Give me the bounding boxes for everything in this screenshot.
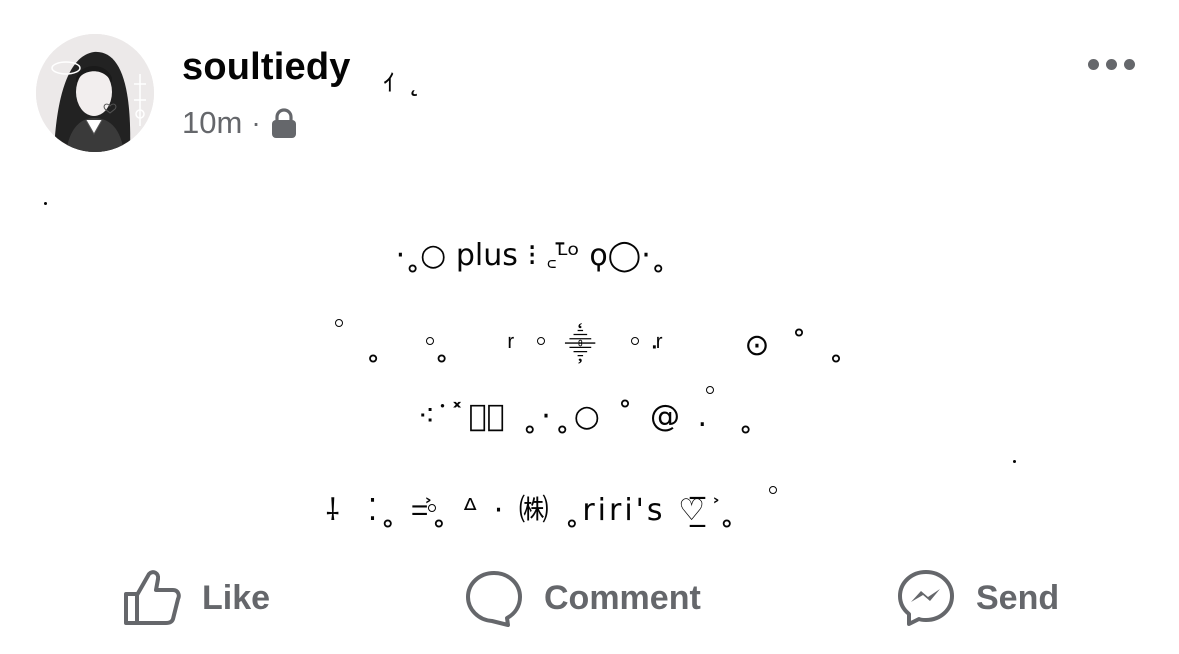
comment-label: Comment — [544, 578, 701, 617]
post-meta: 10m · — [182, 104, 297, 142]
post-body: ·˳○ plus ⁝ ꜀ᴸ̄ᵒ ϙ◯·˳ ˳ ˳ ͬ ⸎ ·ͬ ⊙˚˳ ⁖ᣟ˟ガ… — [0, 180, 1179, 528]
meta-separator: · — [251, 107, 261, 138]
post-line-4: ⸸ ⁚˳ =͐˳ ᐞ · ㈱ ˳riri's ♡̲̅ ͐˳ — [325, 493, 738, 528]
more-options-icon[interactable] — [1088, 56, 1138, 72]
thumbs-up-icon — [124, 570, 181, 625]
comment-bubble-icon — [466, 571, 522, 627]
like-label: Like — [202, 578, 271, 617]
send-button[interactable]: Send — [896, 566, 1059, 630]
author-name[interactable]: soultiedy — [182, 46, 351, 89]
lock-icon[interactable] — [271, 107, 297, 139]
post-timestamp[interactable]: 10m — [182, 105, 242, 141]
like-button[interactable]: Like — [122, 566, 270, 630]
author-name-decoration: ｨ ˛ — [382, 63, 422, 98]
messenger-icon — [898, 570, 954, 626]
comment-button[interactable]: Comment — [464, 566, 701, 630]
send-label: Send — [976, 578, 1060, 617]
avatar[interactable] — [36, 34, 154, 152]
